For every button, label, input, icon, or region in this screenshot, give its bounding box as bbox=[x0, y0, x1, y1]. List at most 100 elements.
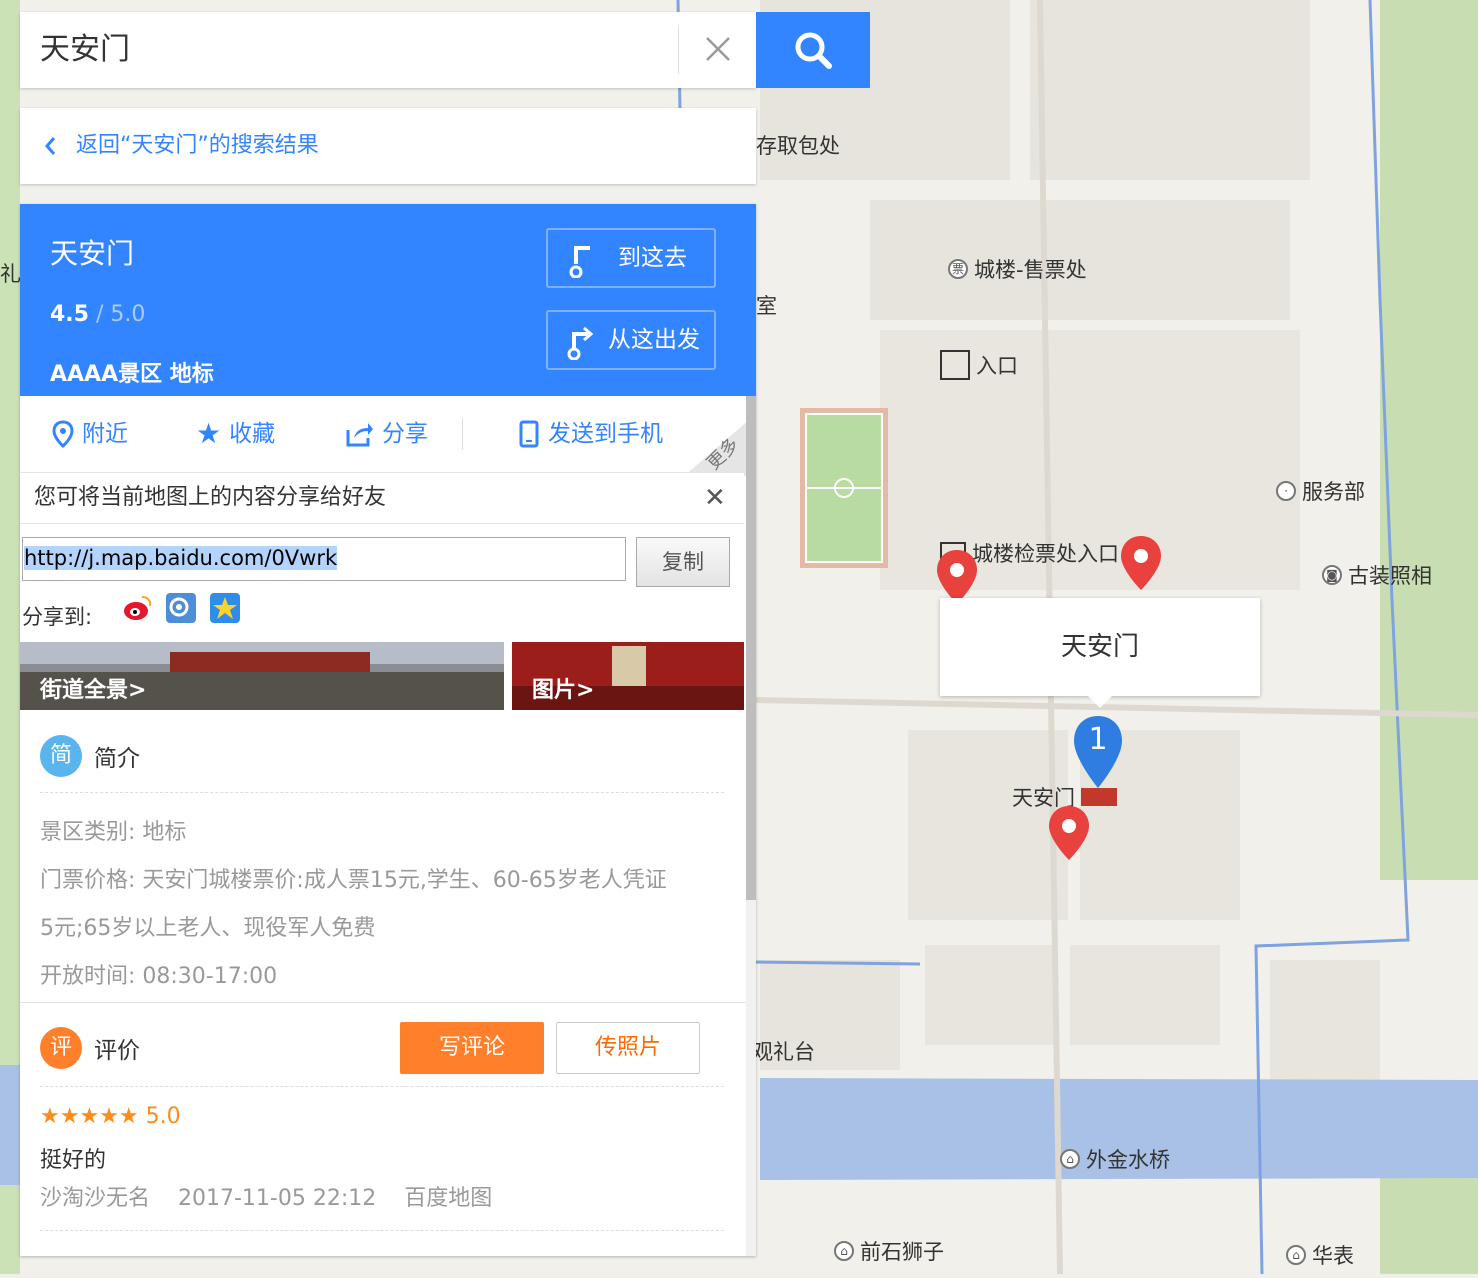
send-to-phone-label: 发送到手机 bbox=[548, 421, 663, 447]
map-label-text: 外金水桥 bbox=[1086, 1148, 1170, 1172]
map-label-text: 观礼台 bbox=[752, 1040, 815, 1064]
from-here-button[interactable]: 从这出发 bbox=[546, 310, 716, 370]
map-label-entrance[interactable]: 入口 bbox=[940, 350, 1018, 380]
ticket-line: 门票价格: 天安门城楼票价:成人票15元,学生、60-65岁老人凭证 bbox=[40, 868, 667, 893]
share-to-label: 分享到: bbox=[22, 605, 93, 629]
intro-heading: 简介 bbox=[94, 746, 140, 772]
divider bbox=[40, 792, 724, 793]
route-to-icon bbox=[569, 246, 590, 278]
close-icon bbox=[706, 37, 730, 61]
qzone-tieba-icon[interactable] bbox=[166, 593, 196, 623]
place-header: 天安门 4.5 / 5.0 AAAA景区 地标 到这去 从这出发 bbox=[20, 204, 756, 396]
action-bar: 附近 ★ 收藏 分享 发送到手机 bbox=[20, 396, 756, 472]
place-title: 天安门 bbox=[50, 237, 135, 270]
map-label-baggage[interactable]: 存取包处 bbox=[756, 130, 840, 160]
map-label-ticket-office[interactable]: 票城楼-售票处 bbox=[948, 254, 1087, 284]
go-here-button[interactable]: 到这去 bbox=[546, 228, 716, 288]
place-categories: AAAA景区 地标 bbox=[50, 362, 214, 387]
search-icon bbox=[795, 32, 832, 69]
search-box[interactable]: 天安门 bbox=[20, 12, 756, 88]
review-user: 沙淘沙无名 bbox=[40, 1186, 151, 1211]
share-panel: 您可将当前地图上的内容分享给好友 ✕ http://j.map.baidu.co… bbox=[20, 472, 744, 639]
photos-thumbnail[interactable]: 图片> bbox=[512, 642, 744, 710]
landmark-icon: ⌂ bbox=[1060, 1149, 1080, 1169]
divider bbox=[40, 1086, 724, 1087]
share-url-text: http://j.map.baidu.com/0Vwrk bbox=[24, 546, 338, 570]
weibo-icon[interactable] bbox=[122, 593, 152, 623]
search-button[interactable] bbox=[756, 12, 870, 88]
map-label-left-cut[interactable]: 礼 bbox=[0, 258, 21, 288]
nearby-label: 附近 bbox=[82, 421, 128, 447]
map-callout[interactable]: 天安门 bbox=[940, 598, 1260, 708]
map-label-jinshui-bridge[interactable]: ⌂ 外金水桥 bbox=[1060, 1144, 1170, 1174]
intro-header: 简 简介 bbox=[40, 734, 140, 778]
map-label-text: 前石狮子 bbox=[860, 1240, 944, 1264]
share-label: 分享 bbox=[382, 421, 428, 447]
go-here-label: 到这去 bbox=[618, 245, 687, 271]
map-pin-red[interactable] bbox=[1118, 534, 1164, 594]
landmark-icon: ⌂ bbox=[1286, 1245, 1306, 1265]
review-score: 5.0 bbox=[145, 1104, 181, 1129]
review-text: 挺好的 bbox=[40, 1148, 107, 1173]
map-label-text: 入口 bbox=[976, 354, 1018, 378]
map-label-text: 服务部 bbox=[1302, 480, 1365, 504]
map-label-viewing-platform[interactable]: 观礼台 bbox=[752, 1036, 815, 1066]
map-label-text: 城楼检票处入口 bbox=[972, 542, 1119, 566]
service-icon: · bbox=[1276, 481, 1296, 501]
share-close-button[interactable]: ✕ bbox=[704, 485, 726, 511]
map-pin-red[interactable] bbox=[1046, 804, 1092, 864]
street-view-thumbnail[interactable]: 街道全景> bbox=[20, 642, 504, 710]
star-icon: ★ bbox=[196, 417, 222, 450]
landmark-icon: ⌂ bbox=[834, 1241, 854, 1261]
write-review-button[interactable]: 写评论 bbox=[400, 1022, 544, 1074]
map-label-text: 礼 bbox=[0, 262, 21, 286]
upload-photo-button[interactable]: 传照片 bbox=[556, 1022, 700, 1074]
chevron-left-icon bbox=[45, 137, 56, 155]
map-label-text: 室 bbox=[756, 294, 777, 318]
review-meta: 沙淘沙无名 2017-11-05 22:12 百度地图 bbox=[40, 1180, 492, 1212]
map-label-text: 古装照相 bbox=[1348, 564, 1432, 588]
camera-icon: ◙ bbox=[1322, 565, 1342, 585]
share-url-field[interactable]: http://j.map.baidu.com/0Vwrk bbox=[22, 537, 626, 581]
divider bbox=[462, 418, 463, 450]
map-label-text: 存取包处 bbox=[756, 134, 840, 158]
map-label-stone-lions[interactable]: ⌂ 前石狮子 bbox=[834, 1236, 944, 1266]
copy-button[interactable]: 复制 bbox=[636, 537, 730, 587]
rating-value: 4.5 bbox=[50, 302, 89, 327]
divider bbox=[40, 1230, 724, 1231]
map-label-room[interactable]: 室 bbox=[756, 290, 777, 320]
callout-title: 天安门 bbox=[1060, 632, 1139, 662]
back-link[interactable]: 返回“天安门”的搜索结果 bbox=[76, 108, 319, 184]
map-label-costume-photo[interactable]: ◙ 古装照相 bbox=[1322, 560, 1432, 590]
nearby-button[interactable]: 附近 bbox=[52, 396, 128, 472]
review-heading: 评价 bbox=[94, 1038, 140, 1064]
category-line: 景区类别: 地标 bbox=[40, 820, 187, 845]
rating-max: / 5.0 bbox=[88, 302, 146, 327]
map-label-huabiao[interactable]: ⌂ 华表 bbox=[1286, 1240, 1354, 1270]
qzone-icon[interactable] bbox=[210, 593, 240, 623]
map-label-text: 华表 bbox=[1312, 1244, 1354, 1268]
map-label-service[interactable]: · 服务部 bbox=[1276, 476, 1365, 506]
share-button[interactable]: 分享 bbox=[344, 396, 428, 472]
phone-icon bbox=[519, 420, 539, 448]
review-header: 评 评价 bbox=[40, 1026, 140, 1070]
search-input[interactable]: 天安门 bbox=[40, 12, 130, 88]
divider bbox=[20, 523, 744, 524]
share-title: 您可将当前地图上的内容分享给好友 bbox=[34, 485, 387, 510]
street-view-label: 街道全景> bbox=[40, 678, 147, 703]
clear-button[interactable] bbox=[678, 26, 757, 74]
favorite-button[interactable]: ★ 收藏 bbox=[196, 396, 275, 472]
route-from-icon bbox=[567, 326, 594, 360]
review-time: 2017-11-05 22:12 bbox=[178, 1186, 377, 1211]
location-pin-icon bbox=[52, 420, 74, 448]
review-badge: 评 bbox=[40, 1027, 82, 1069]
send-to-phone-button[interactable]: 发送到手机 bbox=[518, 396, 663, 472]
hours-line: 开放时间: 08:30-17:00 bbox=[40, 964, 278, 989]
back-to-results[interactable]: 返回“天安门”的搜索结果 bbox=[20, 108, 756, 184]
share-icon bbox=[346, 423, 373, 447]
ticket-line-cont: 5元;65岁以上老人、现役军人免费 bbox=[40, 916, 376, 941]
scrollbar-thumb[interactable] bbox=[746, 396, 756, 900]
ticket-office-icon: 票 bbox=[948, 259, 968, 279]
marker-number: 1 bbox=[1088, 722, 1108, 757]
map-marker-selected[interactable]: 1 bbox=[1072, 714, 1124, 790]
